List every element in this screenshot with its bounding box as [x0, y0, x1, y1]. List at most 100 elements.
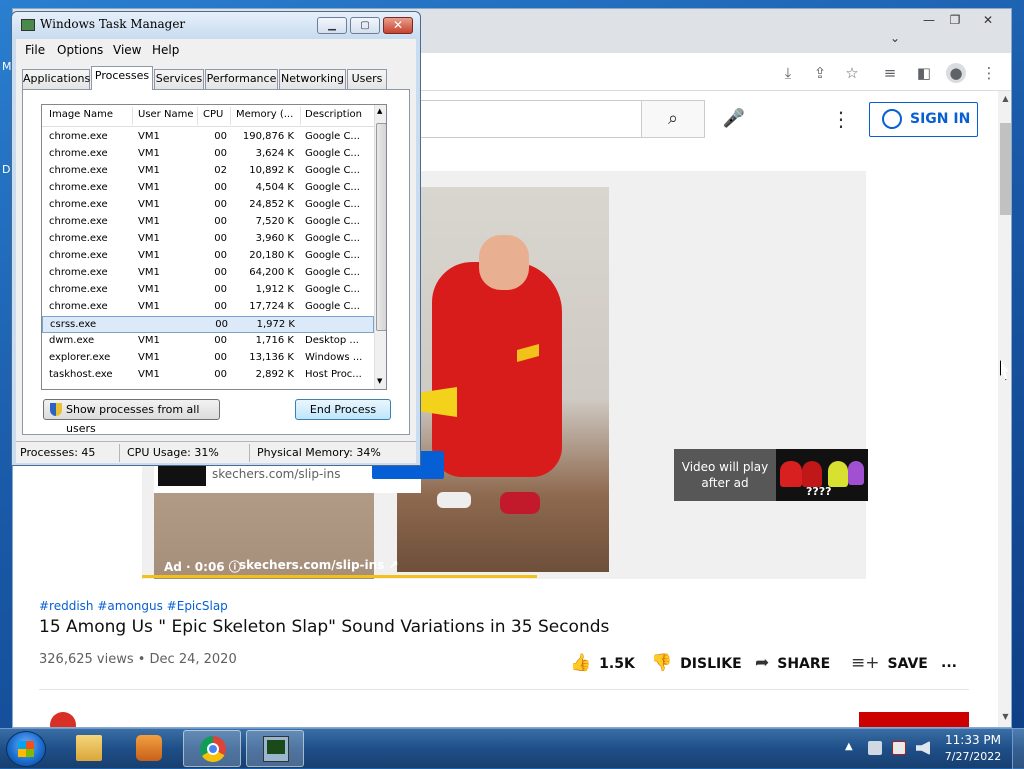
share-label: SHARE	[777, 656, 831, 672]
column-image-name[interactable]: Image Name	[49, 109, 113, 123]
amongus-character	[780, 461, 802, 487]
clock-date[interactable]: 7/27/2022	[940, 750, 1006, 763]
table-row[interactable]: chrome.exe VM1 02 10,892 K Google C...	[42, 163, 374, 180]
table-row[interactable]: chrome.exe VM1 00 3,960 K Google C...	[42, 231, 374, 248]
like-button[interactable]: 👍 1.5K	[570, 652, 635, 674]
channel-avatar[interactable]	[50, 712, 76, 727]
download-icon[interactable]: ⤓	[778, 63, 798, 83]
tab-users[interactable]: Users	[347, 69, 387, 89]
process-list-scrollbar[interactable]: ▲ ▼	[374, 105, 386, 389]
table-row[interactable]: explorer.exe VM1 00 13,136 K Windows ...	[42, 350, 374, 367]
table-row[interactable]: chrome.exe VM1 00 4,504 K Google C...	[42, 180, 374, 197]
column-separator[interactable]	[132, 107, 133, 125]
tab-processes[interactable]: Processes	[91, 66, 153, 90]
volume-icon[interactable]	[916, 741, 930, 755]
subscribe-button[interactable]	[859, 712, 969, 727]
cell-name: taskhost.exe	[49, 369, 113, 380]
tab-services[interactable]: Services	[154, 69, 204, 89]
column-memory[interactable]: Memory (...	[236, 109, 293, 123]
menu-options[interactable]: Options	[57, 43, 103, 57]
playlist-add-icon: ≡+	[851, 653, 880, 673]
end-process-button[interactable]: End Process	[295, 399, 391, 420]
table-row[interactable]: csrss.exe 00 1,972 K	[42, 316, 374, 333]
table-row[interactable]: chrome.exe VM1 00 190,876 K Google C...	[42, 129, 374, 146]
share-icon[interactable]: ⇪	[810, 63, 830, 83]
tab-applications[interactable]: Applications	[22, 69, 90, 89]
sidepanel-icon[interactable]: ◧	[914, 63, 934, 83]
settings-more-button[interactable]: ⋮	[831, 103, 851, 135]
scrollbar-thumb[interactable]	[376, 123, 386, 331]
cell-name: explorer.exe	[49, 352, 111, 363]
taskbar-chrome[interactable]	[183, 730, 241, 767]
ad-info-url[interactable]: skechers.com/slip-ins ↗	[239, 558, 399, 572]
table-row[interactable]: chrome.exe VM1 00 64,200 K Google C...	[42, 265, 374, 282]
scroll-up-arrow-icon[interactable]: ▲	[377, 107, 382, 115]
column-separator[interactable]	[197, 107, 198, 125]
scroll-down-arrow-icon[interactable]: ▼	[377, 377, 382, 385]
minimize-button[interactable]: ▁	[317, 17, 347, 34]
menu-file[interactable]: File	[25, 43, 45, 57]
maximize-button[interactable]: ▢	[350, 17, 380, 34]
save-label: SAVE	[887, 656, 928, 672]
column-description[interactable]: Description	[305, 109, 362, 123]
chrome-close-button[interactable]: ✕	[975, 11, 1001, 29]
more-actions-button[interactable]: ...	[941, 652, 957, 674]
table-row[interactable]: chrome.exe VM1 00 7,520 K Google C...	[42, 214, 374, 231]
table-row[interactable]: chrome.exe VM1 00 17,724 K Google C...	[42, 299, 374, 316]
cell-desc: Google C...	[305, 165, 360, 176]
task-manager-titlebar[interactable]: Windows Task Manager ▁ ▢ ✕	[12, 12, 420, 38]
sign-in-button[interactable]: SIGN IN	[869, 102, 978, 137]
column-separator[interactable]	[300, 107, 301, 125]
column-cpu[interactable]: CPU	[203, 109, 223, 123]
voice-search-button[interactable]: 🎤	[715, 100, 753, 138]
column-user-name[interactable]: User Name	[138, 109, 193, 123]
search-button[interactable]: ⌕	[641, 100, 705, 138]
media-icon[interactable]: ≡	[880, 63, 900, 83]
start-button[interactable]	[6, 731, 46, 767]
taskbar-media-player[interactable]	[120, 730, 178, 767]
ad-preview-panel[interactable]: Video will play after ad ????	[674, 449, 868, 501]
save-button[interactable]: ≡+ SAVE	[851, 652, 928, 674]
star-icon[interactable]: ☆	[842, 63, 862, 83]
table-row[interactable]: dwm.exe VM1 00 1,716 K Desktop ...	[42, 333, 374, 350]
table-row[interactable]: chrome.exe VM1 00 3,624 K Google C...	[42, 146, 374, 163]
chrome-menu-icon[interactable]: ⋮	[979, 63, 999, 83]
page-scrollbar[interactable]: ▲ ▼	[998, 91, 1011, 727]
scrollbar-thumb[interactable]	[1000, 123, 1011, 215]
profile-icon[interactable]: ●	[946, 63, 966, 83]
taskbar-file-explorer[interactable]	[60, 730, 118, 767]
search-input[interactable]	[409, 100, 641, 138]
scroll-up-arrow-icon[interactable]: ▲	[998, 91, 1011, 107]
table-row[interactable]: chrome.exe VM1 00 1,912 K Google C...	[42, 282, 374, 299]
table-row[interactable]: chrome.exe VM1 00 24,852 K Google C...	[42, 197, 374, 214]
dislike-button[interactable]: 👎 DISLIKE	[651, 652, 742, 674]
cell-desc: Google C...	[305, 199, 360, 210]
close-button[interactable]: ✕	[383, 17, 413, 34]
process-list[interactable]: Image Name User Name CPU Memory (... Des…	[41, 104, 387, 390]
cell-desc: Host Proc...	[305, 369, 362, 380]
table-row[interactable]: taskhost.exe VM1 00 2,892 K Host Proc...	[42, 367, 374, 384]
chrome-minimize-button[interactable]: —	[916, 11, 942, 29]
video-hashtags[interactable]: #reddish #amongus #EpicSlap	[39, 599, 228, 613]
tab-performance[interactable]: Performance	[205, 69, 278, 89]
ad-overlay-url[interactable]: skechers.com/slip-ins	[212, 467, 340, 481]
clock-time[interactable]: 11:33 PM	[940, 733, 1006, 747]
show-hidden-icons-button[interactable]: ▲	[845, 741, 853, 752]
action-center-flag-icon[interactable]	[892, 741, 906, 755]
tab-search-icon[interactable]: ⌄	[882, 29, 908, 47]
chrome-maximize-button[interactable]: ❐	[942, 11, 968, 29]
video-progress-bar[interactable]	[142, 575, 537, 578]
show-desktop-button[interactable]	[1012, 729, 1024, 769]
column-separator[interactable]	[230, 107, 231, 125]
scroll-down-arrow-icon[interactable]: ▼	[998, 709, 1011, 725]
menu-bar: File Options View Help	[16, 39, 416, 61]
taskbar-task-manager[interactable]	[246, 730, 304, 767]
share-button[interactable]: ➦ SHARE	[755, 652, 830, 674]
tab-networking[interactable]: Networking	[279, 69, 346, 89]
cell-name: chrome.exe	[49, 267, 108, 278]
table-row[interactable]: chrome.exe VM1 00 20,180 K Google C...	[42, 248, 374, 265]
menu-help[interactable]: Help	[152, 43, 179, 57]
network-icon[interactable]	[868, 741, 882, 755]
show-all-processes-button[interactable]: Show processes from all users	[43, 399, 220, 435]
menu-view[interactable]: View	[113, 43, 141, 57]
